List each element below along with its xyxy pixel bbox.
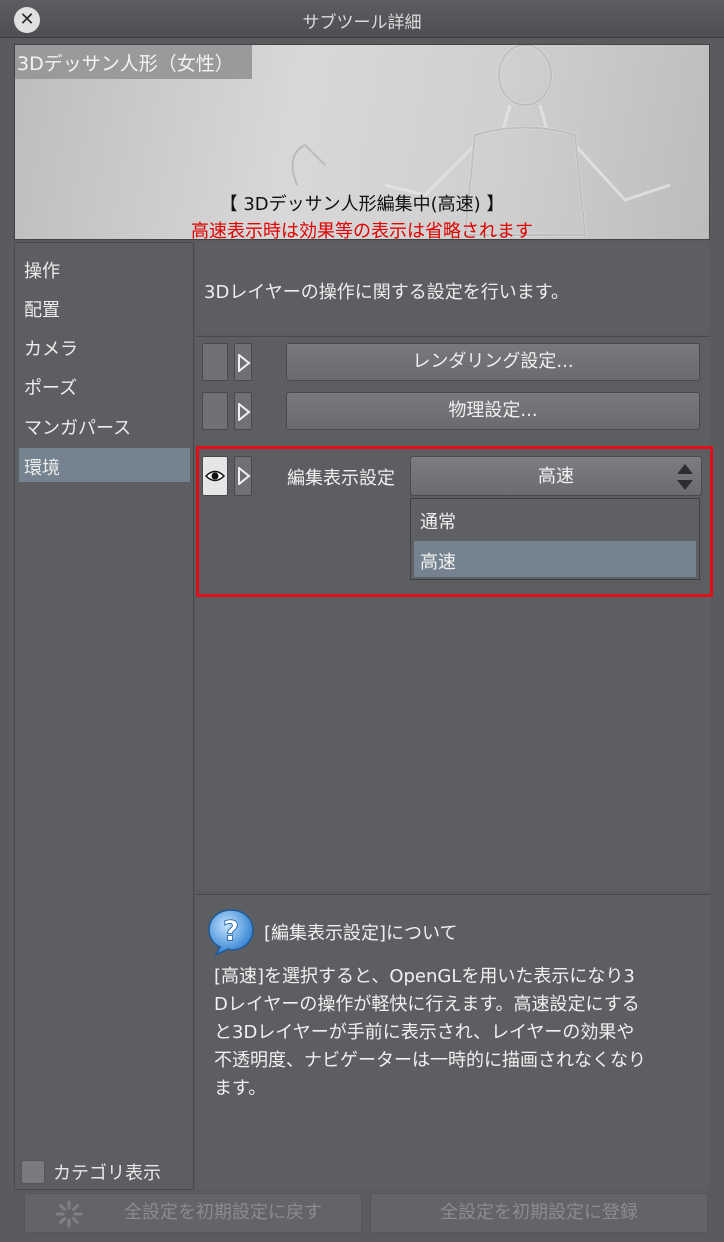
help-line: 不透明度、ナビゲーターは一時的に描画されなくなり — [214, 1050, 646, 1071]
edit-display-label: 編集表示設定 — [287, 468, 395, 489]
edit-display-visibility-toggle[interactable] — [202, 456, 228, 496]
category-item-environment[interactable]: 環境 — [19, 448, 190, 482]
category-list: 操作 配置 カメラ ポーズ マンガパース 環境 カテゴリ表示 — [14, 242, 194, 1190]
show-category-label: カテゴリ表示 — [53, 1163, 161, 1184]
up-down-arrows-icon — [677, 464, 693, 490]
triangle-right-icon — [238, 403, 251, 421]
triangle-right-icon — [238, 354, 251, 372]
settings-panel: レンダリング設定... 物理設定... — [196, 336, 710, 892]
spinner-icon — [55, 1200, 83, 1228]
edit-display-select[interactable]: 高速 — [410, 456, 702, 496]
fast-display-warning: 高速表示時は効果等の表示は省略されます — [191, 221, 533, 240]
help-line: [高速]を選択すると、OpenGLを用いた表示になり3 — [214, 966, 635, 987]
category-item-manga-perspective[interactable]: マンガパース — [19, 408, 190, 442]
physics-expand-arrow[interactable] — [234, 392, 252, 430]
rendering-visibility-box[interactable] — [202, 343, 228, 381]
category-item-camera[interactable]: カメラ — [19, 329, 190, 363]
editing-status-text: 【 3Dデッサン人形編集中(高速) 】 — [219, 194, 505, 215]
physics-visibility-box[interactable] — [202, 392, 228, 430]
category-item-placement[interactable]: 配置 — [19, 290, 190, 324]
reset-to-defaults-label: 全設定を初期設定に戻す — [124, 1202, 322, 1223]
footer-bar: 全設定を初期設定に戻す 全設定を初期設定に登録 — [14, 1190, 710, 1242]
subtool-detail-window: ✕ サブツール詳細 3Dデッサン人形（女性） 【 3Dデッサン人形編集中(高速)… — [0, 0, 724, 1242]
category-item-pose[interactable]: ポーズ — [19, 368, 190, 402]
edit-display-selected-value: 高速 — [538, 466, 574, 487]
rendering-expand-arrow[interactable] — [234, 343, 252, 381]
show-category-checkbox[interactable] — [21, 1160, 45, 1184]
physics-settings-button[interactable]: 物理設定... — [286, 392, 700, 430]
rendering-settings-button[interactable]: レンダリング設定... — [286, 343, 700, 381]
dropdown-option-normal[interactable]: 通常 — [414, 501, 696, 537]
eye-icon — [205, 470, 225, 482]
tool-name-label: 3Dデッサン人形（女性） — [15, 45, 252, 79]
reset-to-defaults-button[interactable]: 全設定を初期設定に戻す — [24, 1193, 362, 1233]
help-line: と3Dレイヤーが手前に表示され、レイヤーの効果や — [214, 1022, 635, 1043]
show-category-toggle[interactable]: カテゴリ表示 — [21, 1159, 161, 1185]
help-title: [編集表示設定]について — [264, 923, 458, 944]
triangle-right-icon — [238, 467, 251, 485]
dropdown-option-fast[interactable]: 高速 — [414, 541, 696, 577]
register-as-defaults-button[interactable]: 全設定を初期設定に登録 — [370, 1193, 708, 1233]
edit-display-dropdown: 通常 高速 — [410, 498, 700, 580]
edit-display-expand-arrow[interactable] — [234, 456, 252, 496]
help-body: [高速]を選択すると、OpenGLを用いた表示になり3 Dレイヤーの操作が軽快に… — [214, 963, 704, 1103]
category-description: 3Dレイヤーの操作に関する設定を行います。 — [196, 242, 710, 334]
question-bubble-icon: ? — [208, 909, 254, 957]
help-panel: ? [編集表示設定]について [高速]を選択すると、OpenGLを用いた表示にな… — [196, 894, 710, 1190]
title-bar[interactable]: ✕ サブツール詳細 — [0, 0, 724, 38]
tool-preview: 3Dデッサン人形（女性） 【 3Dデッサン人形編集中(高速) 】 高速表示時は効… — [14, 44, 710, 240]
category-item-operation[interactable]: 操作 — [19, 251, 190, 285]
help-line: Dレイヤーの操作が軽快に行えます。高速設定にする — [214, 994, 640, 1015]
svg-text:?: ? — [223, 914, 239, 947]
help-line: ます。 — [214, 1078, 267, 1099]
window-title: サブツール詳細 — [302, 13, 422, 33]
